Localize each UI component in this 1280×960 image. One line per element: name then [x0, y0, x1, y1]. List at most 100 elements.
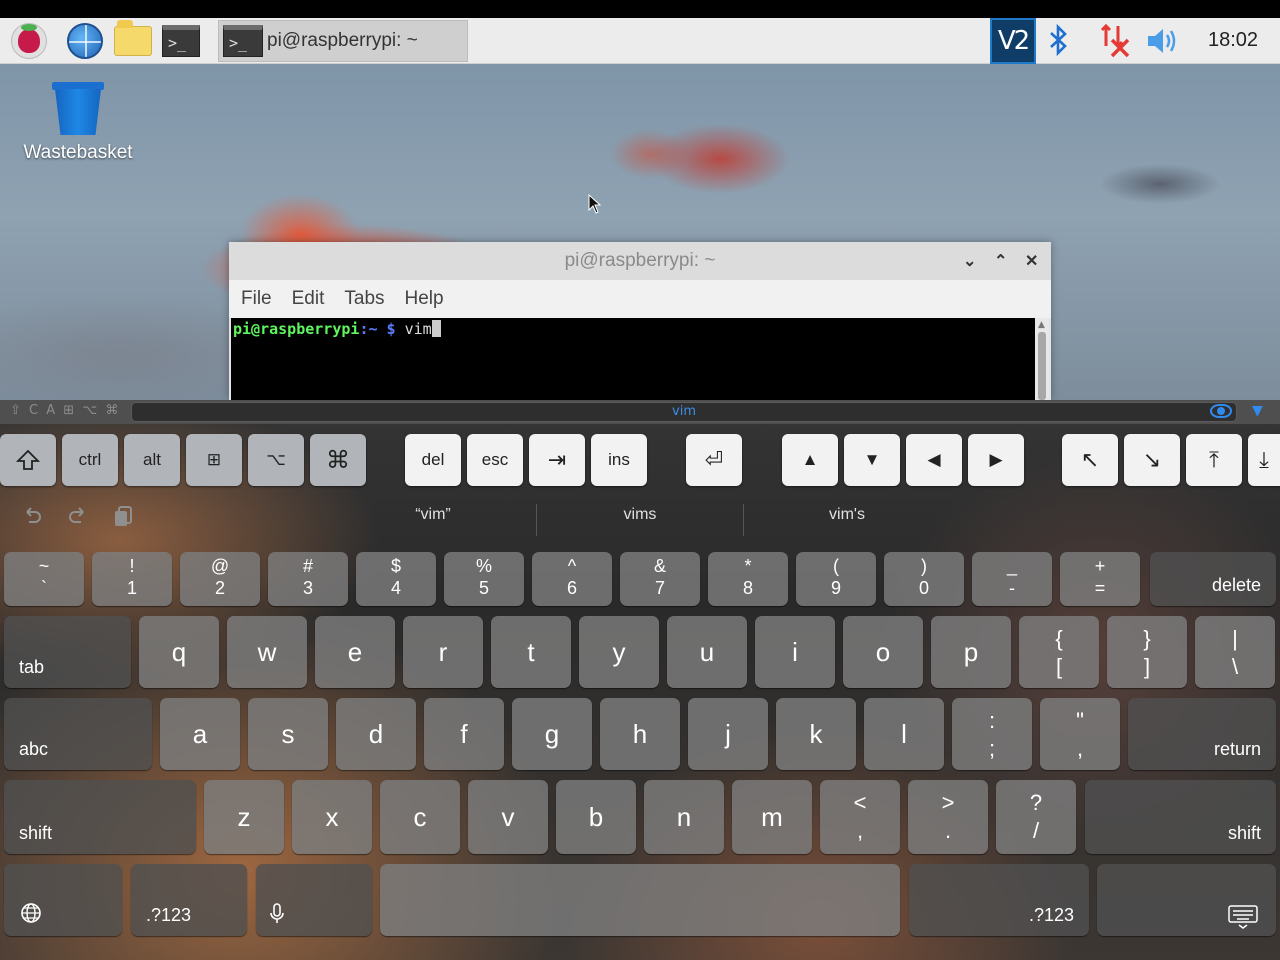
key-bracket-1[interactable]: }] — [1107, 616, 1187, 688]
key-m[interactable]: m — [732, 780, 812, 854]
dictation-key[interactable] — [256, 864, 372, 936]
key-num-3[interactable]: #3 — [268, 552, 348, 606]
ins-key[interactable]: ins — [591, 434, 647, 486]
redo-icon[interactable] — [66, 504, 90, 528]
suggestion-3[interactable]: vim's — [744, 506, 950, 532]
key-e[interactable]: e — [315, 616, 395, 688]
raspberry-menu-icon[interactable] — [10, 22, 48, 60]
key-c[interactable]: c — [380, 780, 460, 854]
key-p[interactable]: p — [931, 616, 1011, 688]
key-punct-2[interactable]: ? / — [996, 780, 1076, 854]
language-key[interactable] — [4, 864, 122, 936]
key-f[interactable]: f — [424, 698, 504, 770]
delete-key[interactable]: delete — [1150, 552, 1276, 606]
key-r[interactable]: r — [403, 616, 483, 688]
key-t[interactable]: t — [491, 616, 571, 688]
del-key[interactable]: del — [405, 434, 461, 486]
maximize-icon[interactable]: ⌃ — [994, 251, 1007, 271]
key-num-5[interactable]: % 5 — [444, 552, 524, 606]
key-b[interactable]: b — [556, 780, 636, 854]
terminal-scrollbar[interactable]: ▲ — [1035, 318, 1049, 400]
key-w[interactable]: w — [227, 616, 307, 688]
key-num-0[interactable]: ~ ` — [4, 552, 84, 606]
key-y[interactable]: y — [579, 616, 659, 688]
eye-icon[interactable] — [1210, 404, 1232, 418]
scroll-up-icon[interactable]: ▲ — [1038, 320, 1045, 330]
wastebasket-desktop-icon[interactable]: Wastebasket — [18, 82, 138, 164]
key-num-12[interactable]: + = — [1060, 552, 1140, 606]
key-num-4[interactable]: $4 — [356, 552, 436, 606]
volume-icon[interactable] — [1146, 26, 1180, 56]
key-num-2[interactable]: @2 — [180, 552, 260, 606]
key-num-10[interactable]: ) 0 — [884, 552, 964, 606]
key-quote[interactable]: ", — [1040, 698, 1120, 770]
enter-key[interactable]: ⏎ — [686, 434, 742, 486]
key-bracket-0[interactable]: {[ — [1019, 616, 1099, 688]
esc-key[interactable]: esc — [467, 434, 523, 486]
arrow-up-key[interactable]: ▲ — [782, 434, 838, 486]
taskbar-window-button[interactable]: >_ pi@raspberrypi: ~ — [218, 20, 468, 62]
key-punct-1[interactable]: >. — [908, 780, 988, 854]
tab-arrow-key[interactable]: ⇥ — [529, 434, 585, 486]
minimize-icon[interactable]: ⌄ — [963, 251, 976, 271]
windows-key[interactable]: ⊞ — [186, 434, 242, 486]
suggestion-1[interactable]: “vim” — [330, 506, 536, 532]
scrollbar-thumb[interactable] — [1038, 332, 1046, 400]
key-h[interactable]: h — [600, 698, 680, 770]
suggestion-2[interactable]: vims — [537, 506, 743, 532]
tab-key[interactable]: tab — [4, 616, 131, 688]
key-k[interactable]: k — [776, 698, 856, 770]
key-num-7[interactable]: & 7 — [620, 552, 700, 606]
key-z[interactable]: z — [204, 780, 284, 854]
numbers-key-right[interactable]: .?123 — [909, 864, 1089, 936]
hide-keyboard-key[interactable] — [1097, 864, 1276, 936]
arrow-down-key[interactable]: ▼ — [844, 434, 900, 486]
abc-key[interactable]: abc — [4, 698, 152, 770]
key-bracket-2[interactable]: | \ — [1195, 616, 1275, 688]
key-v[interactable]: v — [468, 780, 548, 854]
undo-icon[interactable] — [20, 504, 44, 528]
key-num-8[interactable]: * 8 — [708, 552, 788, 606]
ctrl-key[interactable]: ctrl — [62, 434, 118, 486]
shift-right-key[interactable]: shift — [1085, 780, 1276, 854]
close-icon[interactable]: ✕ — [1025, 251, 1038, 271]
key-num-11[interactable]: _ - — [972, 552, 1052, 606]
command-key[interactable]: ⌘ — [310, 434, 366, 486]
key-d[interactable]: d — [336, 698, 416, 770]
key-semicolon[interactable]: :; — [952, 698, 1032, 770]
shift-left-key[interactable]: shift — [4, 780, 196, 854]
key-i[interactable]: i — [755, 616, 835, 688]
home-key[interactable]: ↖ — [1062, 434, 1118, 486]
network-disconnected-icon[interactable] — [1096, 22, 1132, 58]
vnc-icon[interactable]: V2 — [990, 18, 1036, 64]
key-num-6[interactable]: ^ 6 — [532, 552, 612, 606]
page-up-key[interactable]: ⤒ — [1186, 434, 1242, 486]
key-l[interactable]: l — [864, 698, 944, 770]
terminal-title-bar[interactable]: pi@raspberrypi: ~ ⌄ ⌃ ✕ — [229, 242, 1051, 280]
page-down-key[interactable]: ⤓ — [1248, 434, 1280, 486]
numbers-key-left[interactable]: .?123 — [131, 864, 247, 936]
arrow-left-key[interactable]: ◀ — [906, 434, 962, 486]
key-o[interactable]: o — [843, 616, 923, 688]
alt-key[interactable]: alt — [124, 434, 180, 486]
key-num-9[interactable]: (9 — [796, 552, 876, 606]
key-x[interactable]: x — [292, 780, 372, 854]
menu-file[interactable]: File — [241, 288, 272, 310]
key-n[interactable]: n — [644, 780, 724, 854]
collapse-keyboard-icon[interactable]: ▼ — [1252, 403, 1263, 419]
key-s[interactable]: s — [248, 698, 328, 770]
clock[interactable]: 18:02 — [1208, 29, 1258, 52]
shift-toggle-key[interactable] — [0, 434, 56, 486]
return-key[interactable]: return — [1128, 698, 1276, 770]
end-key[interactable]: ↘ — [1124, 434, 1180, 486]
key-g[interactable]: g — [512, 698, 592, 770]
file-manager-icon[interactable] — [114, 20, 152, 60]
key-q[interactable]: q — [139, 616, 219, 688]
menu-help[interactable]: Help — [405, 288, 444, 310]
terminal-output[interactable]: pi@raspberrypi:~ $ vim — [231, 318, 1035, 400]
bluetooth-icon[interactable] — [1048, 23, 1070, 63]
paste-icon[interactable] — [112, 504, 136, 528]
key-j[interactable]: j — [688, 698, 768, 770]
menu-edit[interactable]: Edit — [292, 288, 325, 310]
key-num-1[interactable]: ! 1 — [92, 552, 172, 606]
